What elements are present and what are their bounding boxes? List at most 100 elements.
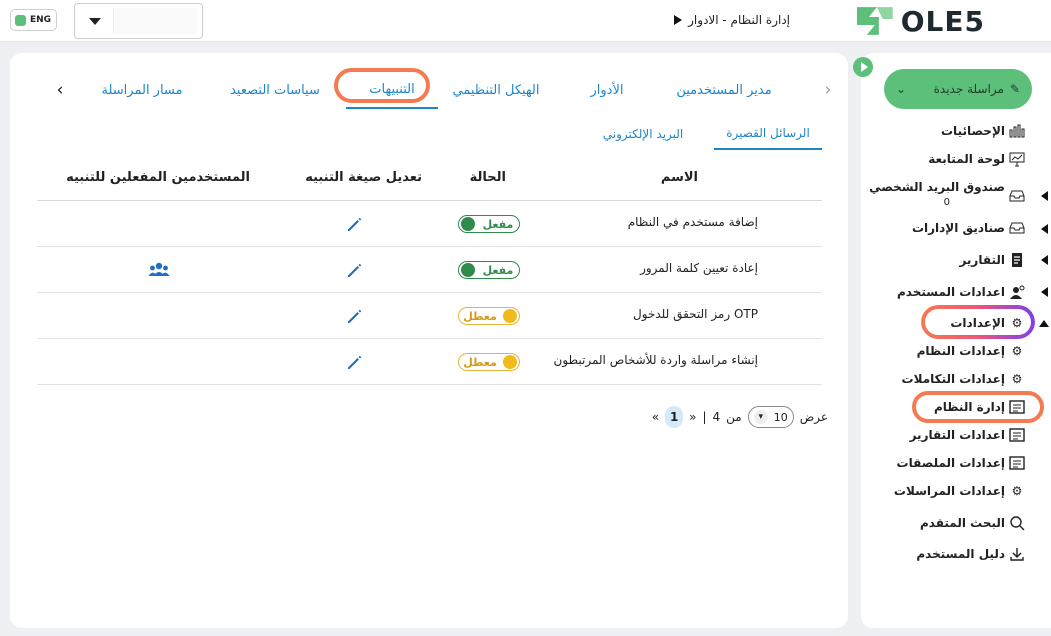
subtab-bar: الرسائل القصيرة البريد الإلكتروني: [570, 117, 822, 150]
breadcrumb-text: إدارة النظام - الادوار: [688, 13, 790, 27]
sidebar-item-user-guide[interactable]: دليل المستخدم: [916, 546, 1025, 562]
pencil-icon[interactable]: [345, 214, 365, 234]
report-icon: [1009, 252, 1025, 268]
subtab-sms[interactable]: الرسائل القصيرة: [714, 117, 822, 150]
caret-left-icon[interactable]: [1041, 287, 1048, 297]
toggle-knob-icon: [461, 217, 475, 231]
breadcrumb: إدارة النظام - الادوار: [660, 11, 790, 29]
app-logo: OLE5: [855, 4, 985, 38]
status-toggle[interactable]: معطل: [458, 307, 520, 325]
gear-icon: ⚙: [1011, 344, 1023, 358]
main-card: ‹ مدير المستخدمين الأدوار الهيكل التنظيم…: [10, 53, 848, 628]
bar-chart-icon: [1009, 123, 1025, 139]
sidebar-item-department-inboxes[interactable]: صناديق الإدارات: [912, 220, 1025, 236]
toggle-knob-icon: [503, 309, 517, 323]
row-name: إضافة مستخدم في النظام: [627, 215, 758, 229]
toggle-knob-icon: [461, 263, 475, 277]
sidebar-item-advanced-search[interactable]: البحث المتقدم: [920, 515, 1025, 531]
tab-bar: ‹ مدير المستخدمين الأدوار الهيكل التنظيم…: [10, 71, 848, 109]
tab-user-manager[interactable]: مدير المستخدمين: [668, 71, 780, 109]
row-name: إنشاء مراسلة واردة للأشخاص المرتبطون: [553, 353, 758, 367]
status-toggle[interactable]: معطل: [458, 353, 520, 371]
header-enabled-users: المستخدمين المفعلين للتنبيه: [66, 170, 250, 185]
header-edit-template: تعديل صيغة التنبيه: [305, 170, 422, 185]
top-bar: ENG إدارة النظام - الادوار OLE5: [0, 0, 1051, 42]
users-group-icon[interactable]: [148, 260, 170, 280]
tab-correspondence-path[interactable]: مسار المراسلة: [94, 71, 190, 109]
list-icon: [1009, 399, 1025, 415]
pagination-separator: |: [702, 410, 707, 424]
page-size-select[interactable]: 10 ▾: [747, 406, 794, 428]
tab-notifications[interactable]: التنبيهات: [346, 71, 438, 109]
sidebar: [861, 53, 1051, 628]
table-row: إعادة تعيين كلمة المرور مفعل: [37, 247, 822, 293]
sidebar-item-statistics[interactable]: الإحصائيات: [941, 123, 1025, 139]
pagination-total: 4: [712, 410, 721, 424]
subtab-email[interactable]: البريد الإلكتروني: [588, 117, 698, 150]
status-toggle[interactable]: مفعل: [458, 215, 520, 233]
new-message-button[interactable]: ✎ مراسلة جديدة ⌄: [884, 69, 1032, 109]
play-icon: [860, 62, 868, 72]
chevron-down-icon: ▾: [753, 410, 768, 424]
pencil-icon: ✎: [1009, 82, 1020, 96]
list-icon: [1009, 427, 1025, 443]
pagination-first-button[interactable]: «: [689, 410, 696, 424]
table-row: إضافة مستخدم في النظام مفعل: [37, 201, 822, 247]
inbox-icon: [1009, 220, 1025, 236]
tab-org-structure[interactable]: الهيكل التنظيمي: [440, 71, 552, 109]
header-name: الاسم: [660, 170, 698, 185]
page-size-value: 10: [773, 410, 788, 424]
logo-text: OLE5: [900, 4, 985, 38]
sidebar-item-system-settings[interactable]: ⚙ إعدادات النظام: [917, 343, 1025, 359]
caret-left-icon[interactable]: [1041, 224, 1048, 234]
tab-roles[interactable]: الأدوار: [578, 71, 636, 109]
notifications-table: الاسم الحالة تعديل صيغة التنبيه المستخدم…: [37, 158, 822, 385]
sidebar-item-settings[interactable]: ⚙ الإعدادات: [950, 315, 1025, 331]
pencil-icon[interactable]: [345, 352, 365, 372]
language-toggle[interactable]: ENG: [10, 9, 57, 31]
sidebar-item-user-settings[interactable]: اعدادات المستخدم: [897, 284, 1025, 300]
sidebar-item-reports[interactable]: التقارير: [959, 252, 1025, 268]
sidebar-collapse-button[interactable]: [853, 57, 873, 77]
caret-left-icon[interactable]: [1041, 191, 1048, 201]
sidebar-item-system-management[interactable]: إدارة النظام: [934, 399, 1025, 415]
sidebar-item-label-settings[interactable]: إعدادات الملصقات: [897, 455, 1025, 471]
monitor-icon: [1009, 151, 1025, 167]
logo-mark-icon: [856, 7, 893, 35]
tabs-scroll-left-icon[interactable]: ›: [50, 80, 70, 100]
page-current-button[interactable]: 1: [665, 406, 684, 428]
tabs-scroll-right-icon[interactable]: ‹: [818, 80, 838, 100]
inbox-icon: [1009, 188, 1025, 204]
table-row: إنشاء مراسلة واردة للأشخاص المرتبطون معط…: [37, 339, 822, 385]
new-message-label: مراسلة جديدة: [933, 82, 1004, 96]
gear-icon: ⚙: [1011, 484, 1023, 498]
sidebar-item-report-settings[interactable]: اعدادات التقارير: [910, 427, 1025, 443]
sidebar-item-integration-settings[interactable]: ⚙ إعدادات التكاملات: [902, 371, 1025, 387]
pencil-icon[interactable]: [345, 306, 365, 326]
table-header: الاسم الحالة تعديل صيغة التنبيه المستخدم…: [37, 158, 822, 201]
language-indicator-icon: [15, 14, 26, 26]
caret-left-icon[interactable]: [1041, 255, 1048, 265]
pagination-show-label: عرض: [799, 410, 828, 424]
gear-icon: ⚙: [1011, 372, 1023, 386]
pencil-icon[interactable]: [345, 260, 365, 280]
tab-escalation-policies[interactable]: سياسات التصعيد: [220, 71, 330, 109]
breadcrumb-arrow-icon: [674, 15, 683, 25]
pagination-last-button[interactable]: »: [652, 410, 659, 424]
caret-down-icon: [89, 18, 101, 25]
dropdown-value: [115, 8, 197, 34]
download-icon: [1009, 546, 1025, 562]
list-icon: [1009, 455, 1025, 471]
user-gear-icon: [1009, 284, 1025, 300]
row-name: إعادة تعيين كلمة المرور: [640, 261, 758, 275]
caret-up-icon[interactable]: [1039, 320, 1049, 327]
dropdown-divider: [113, 8, 114, 34]
sidebar-item-dashboard[interactable]: لوحة المتابعة: [928, 151, 1025, 167]
table-row: OTP رمز التحقق للدخول معطل: [37, 293, 822, 339]
sidebar-item-correspondence-settings[interactable]: ⚙ إعدادات المراسلات: [894, 483, 1025, 499]
top-dropdown[interactable]: [74, 3, 203, 39]
status-toggle[interactable]: مفعل: [458, 261, 520, 279]
search-icon: [1009, 515, 1025, 531]
pagination: عرض 10 ▾ من 4 | « 1 »: [618, 405, 828, 429]
language-label: ENG: [30, 15, 52, 25]
